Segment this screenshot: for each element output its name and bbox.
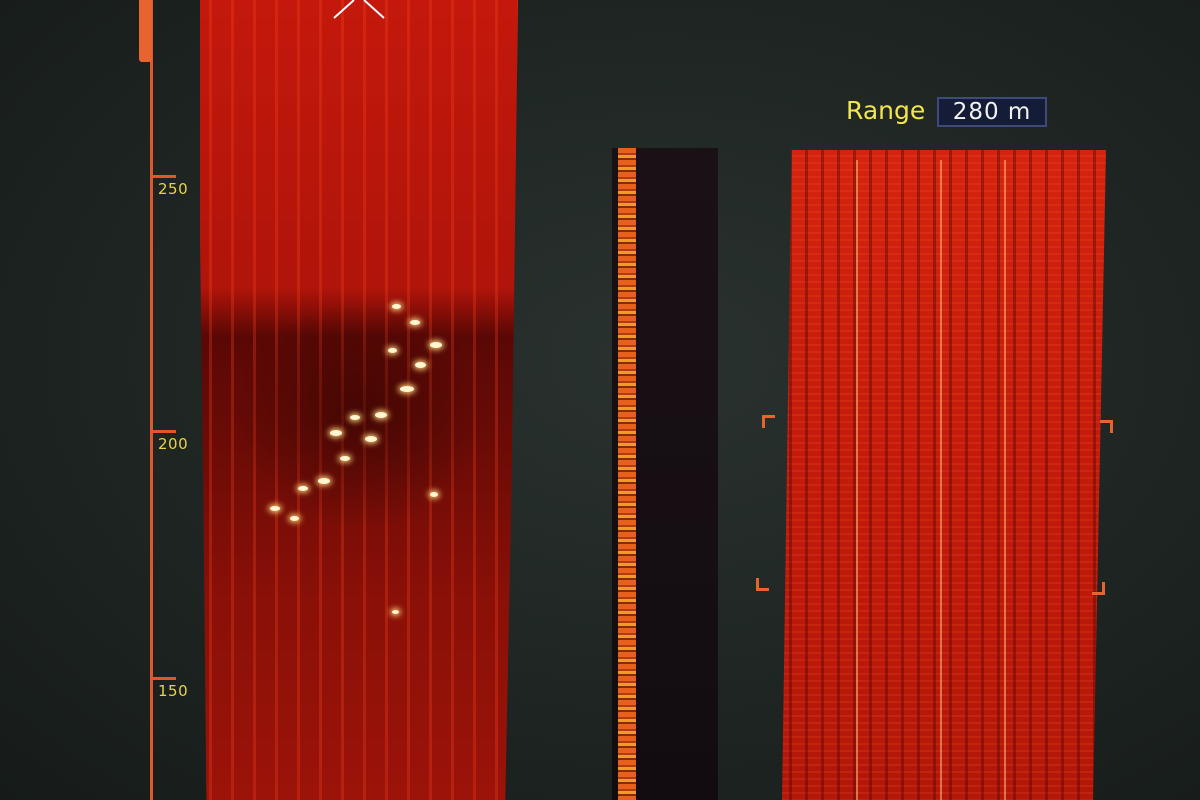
scale-slider-handle[interactable] xyxy=(139,0,152,62)
scale-tick-label: 250 xyxy=(158,180,189,198)
scale-tick xyxy=(150,175,176,178)
sonar-shadow-region xyxy=(230,300,490,530)
sonar-streak xyxy=(856,160,858,800)
sonar-streak xyxy=(1004,160,1006,800)
sonar-waterfall-right[interactable] xyxy=(782,150,1106,800)
range-label: Range xyxy=(846,96,926,125)
scale-tick xyxy=(150,677,176,680)
range-value-display: 280 m xyxy=(939,99,1045,125)
range-unit: m xyxy=(1007,99,1032,125)
sonar-screen: 250 200 150 Range 280 m xyxy=(0,0,1200,800)
range-value: 280 xyxy=(952,99,1000,125)
scale-tick-label: 200 xyxy=(158,435,189,453)
depth-scale-axis xyxy=(150,0,153,800)
scale-tick-label: 150 xyxy=(158,682,189,700)
scale-tick xyxy=(150,430,176,433)
range-field[interactable]: 280 m xyxy=(937,97,1047,127)
sonar-streak xyxy=(940,160,942,800)
amplitude-strip-bar xyxy=(618,148,636,800)
crosshair-cursor-icon xyxy=(333,0,385,19)
